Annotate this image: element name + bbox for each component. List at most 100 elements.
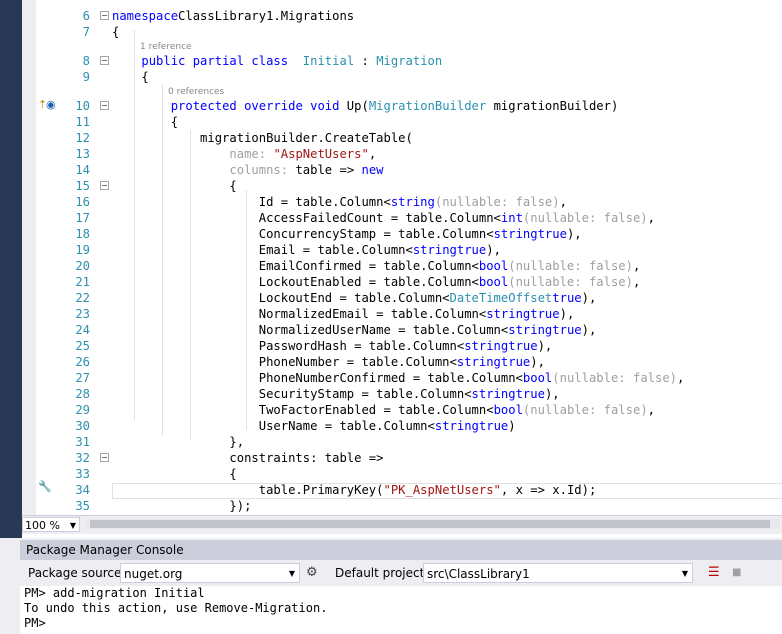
fold-toggle[interactable]: − (100, 11, 109, 20)
default-project-dropdown[interactable]: src\ClassLibrary1 ▼ (423, 563, 693, 583)
code-token: }, (112, 435, 245, 449)
code-text: EmailConfirmed = table.Column<bool(nulla… (112, 258, 641, 274)
code-token: Migration (376, 54, 443, 68)
codelens-class-references[interactable]: 1 reference (140, 42, 192, 53)
code-line[interactable]: 29 TwoFactorEnabled = table.Column<bool(… (22, 402, 782, 418)
line-number: 24 (75, 323, 90, 337)
code-token: string (464, 339, 509, 353)
code-token: string (493, 227, 538, 241)
code-token: bool (478, 275, 509, 289)
code-editor[interactable]: 6− namespaceClassLibrary1.Migrations 7{8− … (22, 0, 782, 515)
code-token: string (434, 419, 479, 433)
code-line[interactable]: 14 columns: table => new (22, 162, 782, 178)
zoom-dropdown[interactable]: 100 % ▼ (22, 517, 80, 532)
codelens-method-references[interactable]: 0 references (168, 87, 224, 98)
line-number: 28 (75, 387, 90, 401)
code-line[interactable]: 18 ConcurrencyStamp = table.Column<strin… (22, 226, 782, 242)
code-text: { (112, 114, 178, 130)
wrench-quick-action-icon[interactable]: 🔧 (38, 481, 52, 493)
code-line[interactable]: 35 }); (22, 498, 782, 514)
code-token: (nullable: false) (508, 259, 633, 273)
code-line[interactable]: 20 EmailConfirmed = table.Column<bool(nu… (22, 258, 782, 274)
code-token: true (537, 227, 567, 241)
line-number: 8 (82, 54, 90, 68)
code-text: constraints: table => (112, 450, 383, 466)
code-token: bool (493, 403, 523, 417)
package-manager-console-output[interactable]: PM> add-migration Initial To undo this a… (20, 586, 782, 634)
fold-toggle[interactable]: − (100, 181, 109, 190)
package-source-value: nuget.org (124, 567, 183, 581)
scrollbar-thumb[interactable] (90, 520, 770, 528)
code-token: Email = table.Column< (112, 243, 413, 257)
line-number: 7 (82, 25, 90, 39)
code-line[interactable]: 22 LockoutEnd = table.Column<DateTimeOff… (22, 290, 782, 306)
code-token: , (559, 195, 567, 209)
code-line[interactable]: 11 { (22, 114, 782, 130)
package-source-dropdown[interactable]: nuget.org ▼ (120, 563, 300, 583)
code-line[interactable]: 16 Id = table.Column<string(nullable: fa… (22, 194, 782, 210)
code-line[interactable]: 25 PasswordHash = table.Column<stringtru… (22, 338, 782, 354)
horizontal-scrollbar[interactable] (86, 519, 780, 529)
override-circle-icon[interactable]: ◉ (46, 99, 56, 111)
code-text: NormalizedEmail = table.Column<stringtru… (112, 306, 575, 322)
code-line[interactable]: 7{ (22, 24, 782, 40)
code-token: bool (522, 371, 553, 385)
code-token: "AspNetUsers" (273, 147, 369, 161)
code-line[interactable]: 30 UserName = table.Column<stringtrue) (22, 418, 782, 434)
code-line[interactable]: 15 − { (22, 178, 782, 194)
line-number: 16 (75, 195, 90, 209)
code-line[interactable]: 6 − namespaceClassLibrary1.Migrations (22, 8, 782, 24)
code-text: Email = table.Column<stringtrue), (112, 242, 501, 258)
fold-toggle[interactable]: − (100, 56, 109, 65)
code-line[interactable]: 27 PhoneNumberConfirmed = table.Column<b… (22, 370, 782, 386)
code-line[interactable]: 12 migrationBuilder.CreateTable( (22, 130, 782, 146)
code-line[interactable]: 9 { (22, 69, 782, 85)
line-number: 27 (75, 371, 90, 385)
gear-icon[interactable]: ⚙ (306, 565, 318, 580)
line-number: 35 (75, 499, 90, 513)
code-token: { (112, 467, 237, 481)
code-area[interactable]: 6− namespaceClassLibrary1.Migrations 7{8− … (22, 0, 782, 515)
code-line[interactable]: 13 name: "AspNetUsers", (22, 146, 782, 162)
code-token: int (500, 211, 523, 225)
code-line[interactable]: 8 − public partial class Initial : Migrat… (22, 53, 782, 69)
code-token: LockoutEnabled = table.Column< (112, 275, 479, 289)
line-number: 11 (75, 115, 90, 129)
code-token: TwoFactorEnabled = table.Column< (112, 403, 494, 417)
code-token: ), (530, 355, 545, 369)
code-token: SecurityStamp = table.Column< (112, 387, 472, 401)
line-number: 23 (75, 307, 90, 321)
code-token: table => (295, 163, 362, 177)
code-token: { (112, 70, 149, 84)
code-line[interactable]: 31 }, (22, 434, 782, 450)
code-line[interactable]: 33 { (22, 466, 782, 482)
code-line[interactable]: 21 LockoutEnabled = table.Column<bool(nu… (22, 274, 782, 290)
clear-console-icon[interactable]: ☰ (708, 565, 720, 580)
chevron-down-icon: ▼ (288, 569, 295, 578)
code-token: NormalizedEmail = table.Column< (112, 307, 487, 321)
fold-toggle[interactable]: − (100, 453, 109, 462)
code-line[interactable]: 28 SecurityStamp = table.Column<stringtr… (22, 386, 782, 402)
code-token: ), (486, 243, 501, 257)
code-line[interactable]: 17 AccessFailedCount = table.Column<int(… (22, 210, 782, 226)
code-token: { (112, 115, 179, 129)
fold-toggle[interactable]: − (100, 101, 109, 110)
package-source-label: Package source: (28, 566, 126, 580)
code-token: ClassLibrary1.Migrations (178, 9, 355, 23)
console-line: To undo this action, use Remove-Migratio… (24, 601, 328, 615)
code-text: namespaceClassLibrary1.Migrations (112, 8, 354, 24)
code-line[interactable]: 23 NormalizedEmail = table.Column<string… (22, 306, 782, 322)
code-token: new (361, 163, 384, 177)
current-line-highlight (112, 483, 782, 499)
code-line[interactable]: 32 − constraints: table => (22, 450, 782, 466)
code-line[interactable]: 19 Email = table.Column<stringtrue), (22, 242, 782, 258)
code-line[interactable]: 24 NormalizedUserName = table.Column<str… (22, 322, 782, 338)
stop-icon[interactable]: ■ (732, 565, 741, 580)
line-number: 22 (75, 291, 90, 305)
code-token: ConcurrencyStamp = table.Column< (112, 227, 494, 241)
code-line[interactable]: 26 PhoneNumber = table.Column<stringtrue… (22, 354, 782, 370)
code-token: DateTimeOffset (449, 291, 553, 305)
code-line[interactable]: 10 − protected override void Up(Migration… (22, 98, 782, 114)
line-number: 30 (75, 419, 90, 433)
